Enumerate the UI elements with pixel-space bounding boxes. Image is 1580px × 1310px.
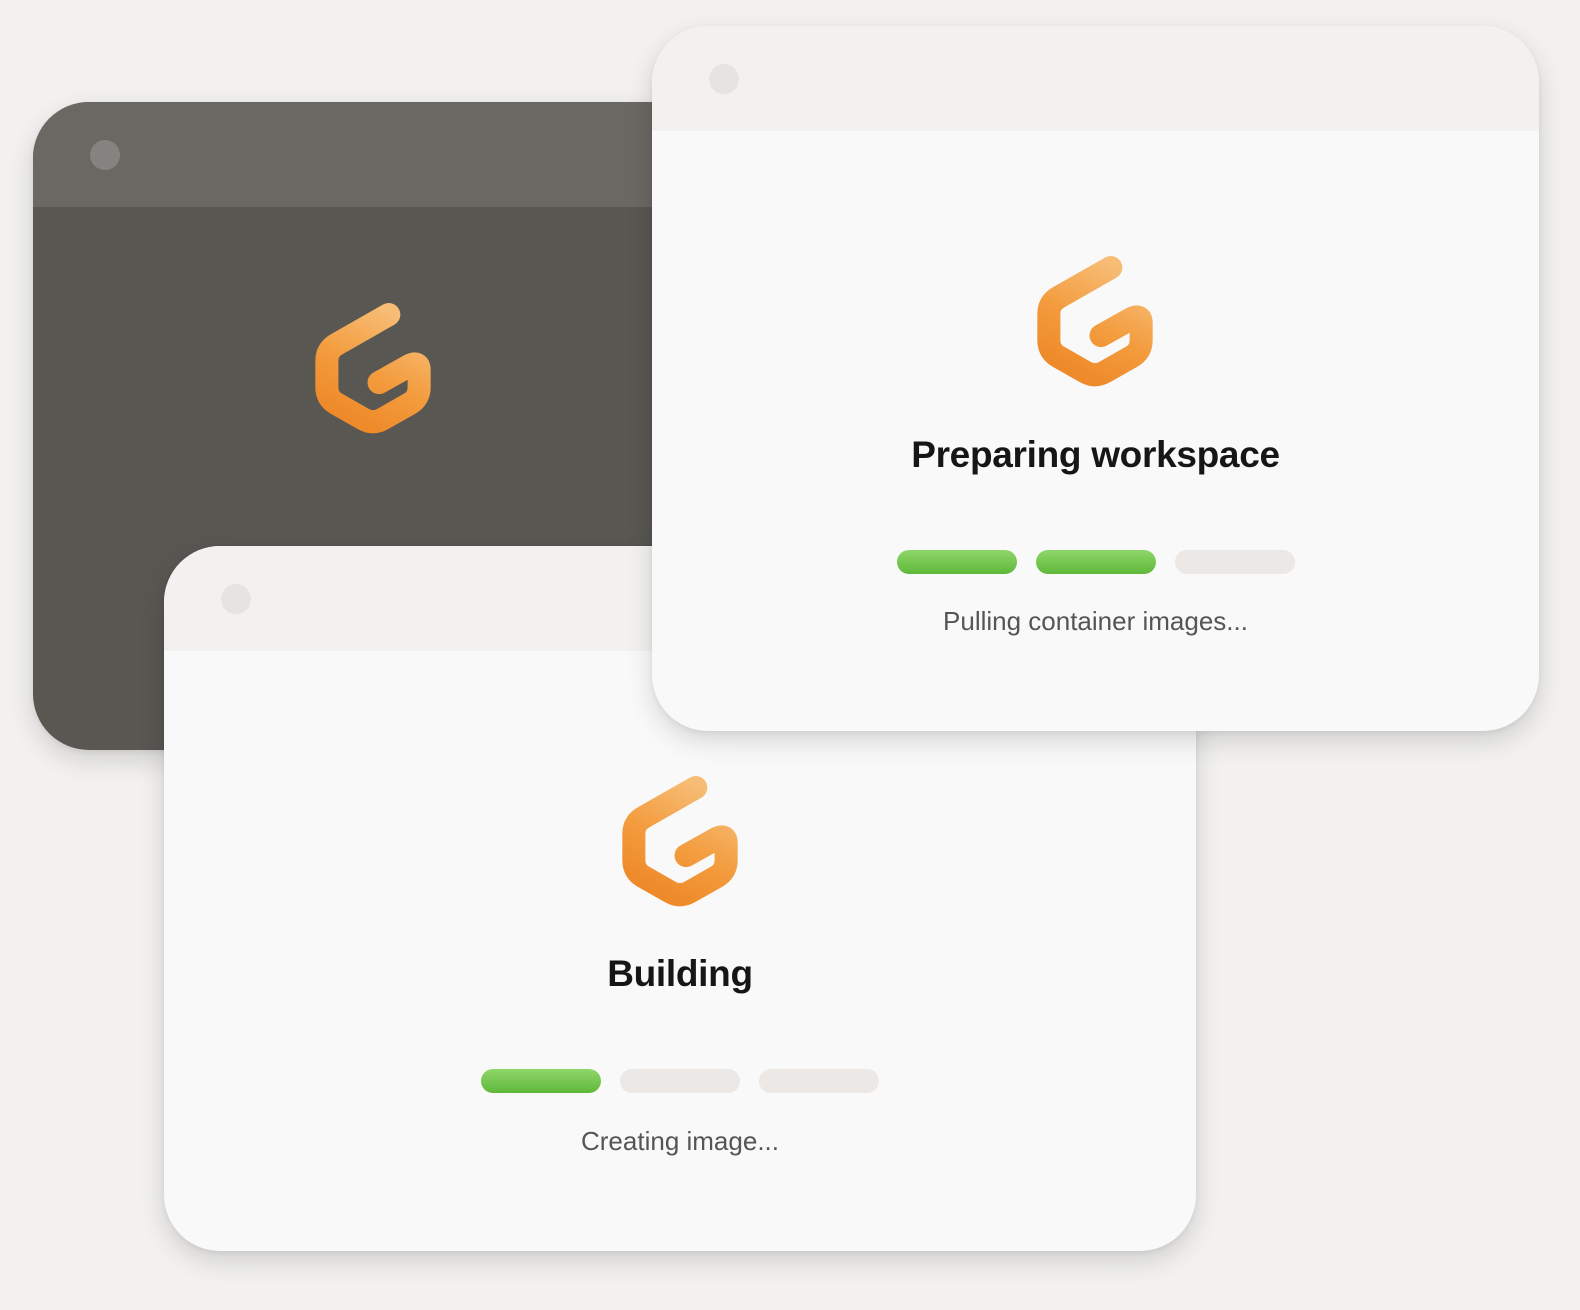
progress-step-pending — [759, 1069, 879, 1093]
gitpod-logo-icon — [1034, 253, 1156, 389]
progress-step-pending — [620, 1069, 740, 1093]
window-title: Preparing workspace — [911, 434, 1280, 475]
progress-step-complete — [1035, 550, 1156, 574]
window-title: Building — [607, 953, 753, 994]
progress-step-pending — [1174, 550, 1295, 574]
window-content: Preparing workspace Pulling container im… — [652, 131, 1539, 731]
progress-step-complete — [896, 550, 1017, 574]
progress-steps — [481, 1069, 879, 1093]
status-text: Creating image... — [581, 1126, 779, 1156]
progress-step-complete — [481, 1069, 601, 1093]
window-control-dot[interactable] — [90, 140, 120, 170]
window-control-dot[interactable] — [709, 64, 739, 94]
gitpod-logo-icon — [619, 773, 741, 909]
window-titlebar — [652, 26, 1539, 131]
progress-steps — [896, 550, 1295, 574]
window-control-dot[interactable] — [221, 584, 251, 614]
preparing-workspace-window: Preparing workspace Pulling container im… — [652, 26, 1539, 731]
status-text: Pulling container images... — [943, 606, 1248, 636]
gitpod-logo-icon — [312, 300, 434, 436]
window-content: Building Creating image... — [164, 651, 1196, 1251]
